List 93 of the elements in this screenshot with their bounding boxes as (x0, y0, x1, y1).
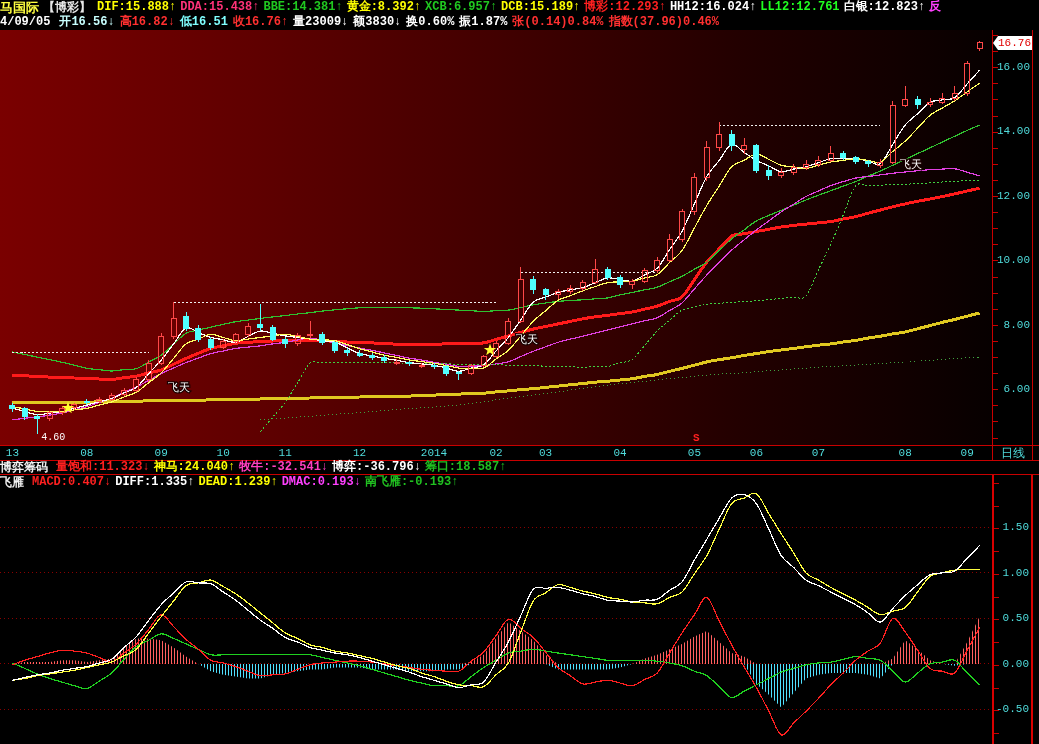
candlestick (927, 97, 933, 108)
candlestick (914, 95, 921, 110)
candlestick (803, 159, 809, 171)
price-axis-label: 14.00 (997, 125, 1030, 138)
quote-field: 指数(37.96)0.46% (608, 15, 719, 30)
candlestick (257, 303, 264, 332)
quote-field: 高16.82↓ (119, 15, 175, 30)
time-axis-label: 10 (216, 446, 230, 460)
candlestick (654, 256, 661, 274)
candlestick (183, 311, 189, 332)
signal-label: 飞天 (900, 158, 922, 171)
macd-axis-label: -0.50 (996, 703, 1029, 716)
indicator-reading: DCB:15.189↑ (501, 0, 581, 15)
candlestick (567, 284, 574, 295)
indicator-reading: HH12:16.024↑ (669, 0, 757, 15)
time-axis-label: 09 (960, 446, 974, 460)
candlestick (369, 352, 375, 361)
star-icon (61, 401, 75, 414)
quote-field: 换0.60% (406, 15, 455, 30)
signal-label: 飞天 (516, 333, 538, 346)
indicator-reading: DMAC:0.193↓ (281, 475, 361, 490)
indicator-reading: MACD:0.407↓ (32, 475, 112, 490)
quote-date: 4/09/05 (0, 15, 51, 30)
quote-field: 张(0.14)0.84% (512, 15, 604, 30)
indicator-reading: 反 (929, 0, 942, 15)
time-axis-label: 03 (539, 446, 553, 460)
quote-field: 量23009↓ (293, 15, 349, 30)
time-axis-label: 12 (353, 446, 367, 459)
price-axis-label: 10.00 (997, 254, 1030, 267)
indicator-reading: 博弈:-36.796↓ (332, 460, 421, 475)
formula-name: 【博彩】 (43, 0, 91, 15)
quote-field: 收16.76↑ (232, 15, 289, 30)
indicator-reading: DEAD:1.239↑ (198, 475, 278, 490)
quote-field: 开16.56↓ (59, 15, 115, 30)
indicator-reading: 筹口:18.587↑ (424, 460, 507, 475)
price-axis-label: 8.00 (1003, 318, 1030, 331)
candlestick (34, 413, 41, 435)
indicator-reading: XCB:6.957↑ (425, 0, 498, 15)
indicator-reading: 白银:12.823↑ (843, 0, 926, 15)
candlestick (245, 322, 251, 338)
low-price-label: 4.60 (41, 431, 66, 443)
quote-field: 低16.51 (179, 15, 228, 30)
candlestick (741, 137, 747, 155)
quote-field: 额3830↓ (353, 15, 402, 30)
time-axis-label: 07 (811, 446, 825, 460)
time-axis-label: 08 (80, 446, 94, 459)
indicator-reading: 博彩:12.293↑ (584, 0, 666, 15)
star-icon (483, 343, 497, 356)
candlestick (679, 208, 685, 243)
time-axis-label: 2014 (420, 446, 448, 460)
indicator-reading: 黄金:8.392↑ (346, 0, 422, 14)
indicator-reading: DIFF:1.335↑ (115, 475, 195, 490)
indicator-reading: 神马:24.040↑ (153, 460, 236, 475)
indicator-reading: 南飞雁:-0.193↑ (364, 475, 459, 490)
quote-field: 振1.87% (459, 15, 508, 30)
macd-axis-label: 0.50 (1002, 612, 1029, 625)
last-price-tag: 16.76 (993, 36, 1032, 50)
candlestick (617, 274, 623, 289)
time-axis-label: 13 (5, 446, 19, 460)
candlestick (59, 405, 65, 416)
time-axis-label: 11 (278, 446, 292, 460)
candlestick (170, 301, 177, 340)
macd-axis-label: 0.00 (1002, 657, 1029, 670)
panel-title: 博弈筹码 (0, 461, 48, 474)
signal-label: 飞天 (168, 381, 190, 394)
candlestick (530, 275, 537, 295)
time-axis-label: 05 (687, 446, 701, 460)
price-axis-label: 6.00 (1003, 382, 1030, 395)
candlestick (121, 387, 127, 397)
security-name: 马国际 (0, 0, 39, 15)
time-axis-label: 02 (489, 446, 503, 460)
price-axis-label: 12.00 (997, 189, 1030, 202)
price-axis-label: 16.00 (997, 61, 1030, 73)
candlestick (716, 121, 723, 152)
indicator-reading: 牧牛:-32.541↓ (239, 460, 329, 475)
sell-signal-label: S (693, 431, 700, 444)
candlestick (505, 317, 512, 344)
macd-axis-label: 1.50 (1002, 521, 1029, 534)
panel-title: 飞雁 (0, 476, 24, 489)
time-axis-label: 08 (898, 446, 912, 460)
time-axis-label: 06 (749, 446, 763, 460)
candlestick (865, 160, 871, 168)
indicator-reading: DDA:15.438↑ (180, 0, 260, 15)
time-axis-label: 09 (154, 446, 168, 460)
period-tab[interactable]: 日线 (992, 446, 1033, 460)
indicator-reading: LL12:12.761 (760, 0, 840, 15)
candlestick (493, 340, 499, 359)
time-axis-label: 04 (613, 446, 627, 460)
candlestick (555, 288, 561, 300)
indicator-reading: DIF:15.888↑ (97, 0, 177, 14)
indicator-reading: BBE:14.381↑ (263, 0, 343, 15)
macd-axis-label: 1.00 (1002, 566, 1029, 579)
indicator-reading: 量饱和:11.323↓ (56, 460, 150, 475)
